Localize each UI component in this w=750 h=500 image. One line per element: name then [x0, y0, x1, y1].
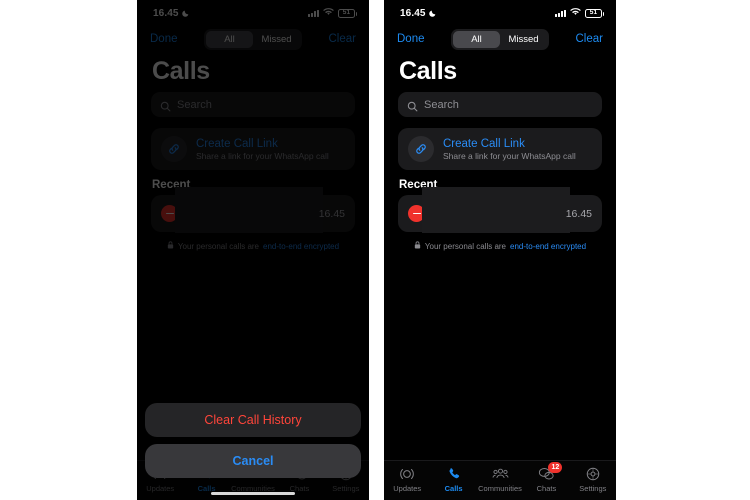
nav-row: Done All Missed Clear	[384, 26, 616, 52]
crescent-moon-icon	[181, 9, 190, 17]
status-bar: 16.45 51	[137, 0, 369, 26]
encryption-notice-link[interactable]: end-to-end encrypted	[263, 242, 339, 251]
lock-icon	[414, 241, 421, 251]
tab-settings-label: Settings	[332, 484, 360, 493]
done-button[interactable]: Done	[397, 33, 425, 45]
communities-icon	[491, 465, 509, 482]
search-placeholder: Search	[424, 98, 459, 111]
phone-screen-left: 16.45 51 Done All Missed Clear Calls Sea…	[137, 0, 369, 500]
tab-updates-label: Updates	[146, 484, 175, 493]
segment-all[interactable]: All	[206, 30, 253, 48]
status-bar-right: 51	[555, 7, 604, 19]
search-input[interactable]: Search	[151, 92, 355, 117]
wifi-icon	[570, 7, 581, 19]
encryption-notice-link[interactable]: end-to-end encrypted	[510, 242, 586, 251]
status-bar-left: 16.45	[400, 8, 437, 19]
redacted-contact-name	[422, 187, 570, 233]
status-bar-right: 51	[308, 7, 357, 19]
create-call-link-area: Create Call Link Share a link for your W…	[384, 117, 616, 170]
segment-missed[interactable]: Missed	[500, 31, 547, 48]
calls-screen-active: 16.45 51 Done All Missed Clear Calls Sea…	[384, 0, 616, 500]
signal-bars-icon	[555, 9, 566, 17]
tab-communities-label: Communities	[478, 484, 522, 493]
nav-row: Done All Missed Clear	[137, 26, 369, 52]
tab-communities[interactable]: Communities	[477, 465, 523, 493]
home-indicator	[211, 491, 295, 495]
dimmed-content-left: 16.45 51 Done All Missed Clear Calls Sea…	[137, 0, 369, 500]
tab-updates[interactable]: Updates	[384, 465, 430, 493]
clear-call-history-button[interactable]: Clear Call History	[145, 403, 361, 437]
status-bar: 16.45 51	[384, 0, 616, 26]
encryption-notice: Your personal calls are end-to-end encry…	[384, 232, 616, 251]
page-title: Calls	[399, 57, 457, 85]
chats-unread-badge: 12	[548, 462, 563, 473]
tab-updates-label: Updates	[393, 484, 422, 493]
create-call-link-texts: Create Call Link Share a link for your W…	[196, 138, 329, 161]
battery-icon: 51	[585, 8, 604, 18]
create-call-link-subtitle: Share a link for your WhatsApp call	[443, 150, 576, 161]
tab-chats[interactable]: 12 Chats	[523, 462, 569, 493]
calls-filter-segmented-control[interactable]: All Missed	[451, 28, 549, 50]
tab-calls[interactable]: Calls	[430, 465, 476, 493]
phone-screen-right: 16.45 51 Done All Missed Clear Calls Sea…	[384, 0, 616, 500]
crescent-moon-icon	[428, 9, 437, 17]
clear-button[interactable]: Clear	[576, 33, 603, 45]
calls-filter-segmented-control[interactable]: All Missed	[204, 28, 302, 50]
status-bar-time: 16.45	[153, 7, 179, 19]
call-time: 16.45	[318, 207, 345, 220]
encryption-notice: Your personal calls are end-to-end encry…	[137, 232, 369, 251]
link-icon	[161, 136, 187, 162]
lock-icon	[167, 241, 174, 251]
create-call-link-title: Create Call Link	[443, 137, 525, 150]
search-placeholder: Search	[177, 98, 212, 111]
create-call-link-card[interactable]: Create Call Link Share a link for your W…	[151, 128, 355, 170]
recent-calls-list: 16.45	[137, 187, 369, 233]
encryption-notice-text: Your personal calls are	[424, 241, 507, 251]
search-area: Search	[384, 92, 616, 117]
battery-icon: 51	[338, 8, 357, 18]
tab-calls-label: Calls	[444, 484, 463, 493]
phone-icon	[446, 465, 462, 482]
tab-bar: Updates Calls Communities	[384, 460, 616, 500]
status-bar-left: 16.45	[153, 8, 190, 19]
page-title: Calls	[152, 57, 210, 85]
create-call-link-card[interactable]: Create Call Link Share a link for your W…	[398, 128, 602, 170]
search-input[interactable]: Search	[398, 92, 602, 117]
link-icon	[408, 136, 434, 162]
screenshot-stage: 16.45 51 Done All Missed Clear Calls Sea…	[0, 0, 750, 500]
signal-bars-icon	[308, 9, 319, 17]
clear-button[interactable]: Clear	[329, 33, 356, 45]
wifi-icon	[323, 7, 334, 19]
search-icon	[407, 99, 418, 112]
done-button[interactable]: Done	[150, 33, 178, 45]
create-call-link-area: Create Call Link Share a link for your W…	[137, 117, 369, 170]
encryption-notice-text: Your personal calls are	[177, 241, 260, 251]
create-call-link-texts: Create Call Link Share a link for your W…	[443, 138, 576, 161]
tab-settings-label: Settings	[579, 484, 607, 493]
updates-icon	[399, 465, 415, 482]
battery-level: 51	[589, 8, 598, 16]
clear-call-history-action-sheet: Clear Call History Cancel	[145, 403, 361, 478]
segment-missed[interactable]: Missed	[253, 31, 300, 48]
battery-level: 51	[342, 8, 351, 16]
recent-calls-list: 16.45	[384, 187, 616, 233]
call-time: 16.45	[565, 207, 592, 220]
cancel-button[interactable]: Cancel	[145, 444, 361, 478]
tab-chats-label: Chats	[536, 484, 557, 493]
segment-all[interactable]: All	[453, 30, 500, 48]
tab-settings[interactable]: Settings	[570, 465, 616, 493]
search-area: Search	[137, 92, 369, 117]
create-call-link-title: Create Call Link	[196, 137, 278, 150]
redacted-contact-name	[175, 187, 323, 233]
calls-screen-dimmed: 16.45 51 Done All Missed Clear Calls Sea…	[137, 0, 369, 500]
create-call-link-subtitle: Share a link for your WhatsApp call	[196, 150, 329, 161]
status-bar-time: 16.45	[400, 7, 426, 19]
gear-icon	[585, 465, 601, 482]
search-icon	[160, 99, 171, 112]
